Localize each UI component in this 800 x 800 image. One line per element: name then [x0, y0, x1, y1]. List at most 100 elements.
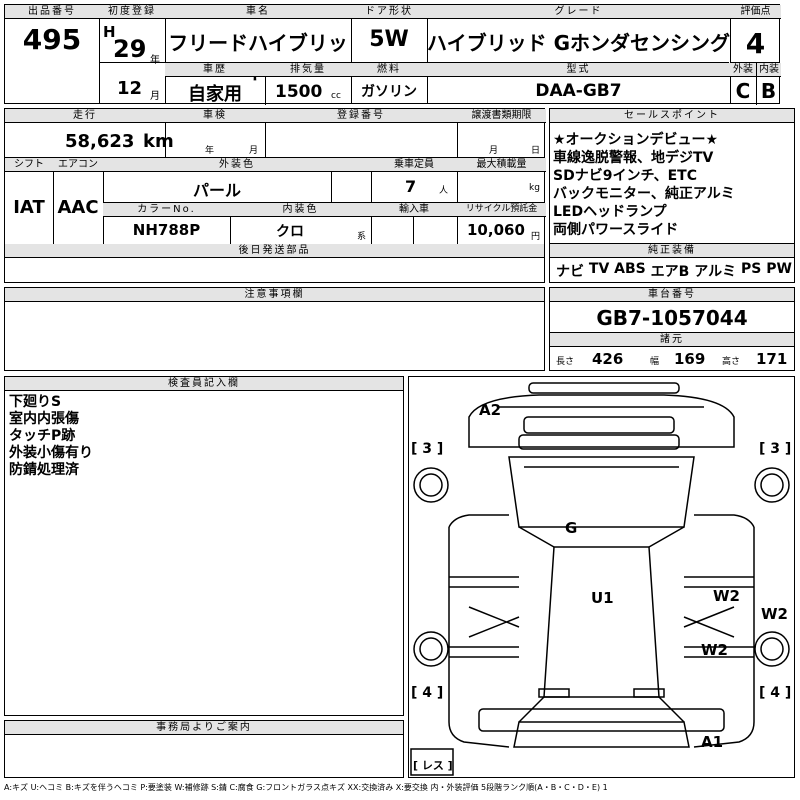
damage-mark-a2: A2 — [479, 401, 502, 419]
ac: AAC — [57, 197, 99, 218]
office-label: 事務局よりご案内 — [5, 721, 403, 735]
length-label: 長さ — [556, 357, 575, 367]
color-no: NH788P — [132, 221, 201, 239]
deadline-day-unit: 日 — [531, 146, 541, 156]
interior-label: 内装色 — [230, 203, 371, 217]
mileage-unit: km — [143, 131, 174, 152]
sales-points-section: セールスポイント ★オークションデビュー★ 車線逸脱警報、地デジTV SDナビ9… — [549, 108, 795, 283]
inspection-year-unit: 年 — [205, 146, 215, 156]
tire-front-right: [ 3 ] — [759, 441, 792, 457]
width-label: 幅 — [650, 357, 660, 367]
inspector-note: タッチP跡 — [9, 428, 76, 444]
recycle-label: リサイクル預託金 — [457, 203, 546, 217]
score-label: 評価点 — [730, 5, 781, 19]
displacement: 1500 — [275, 82, 323, 102]
car-name-label: 車名 — [165, 5, 351, 19]
deadline-month-unit: 月 — [489, 146, 499, 156]
tire-rear-left: [ 4 ] — [411, 685, 444, 701]
sales-point: SDナビ9インチ、ETC — [553, 168, 697, 184]
damage-mark-w2-side: W2 — [761, 605, 788, 623]
interior-unit: 系 — [357, 232, 367, 242]
grade: ハイブリッド Gホンダセンシング — [427, 31, 730, 55]
equipment-item: エアB — [650, 264, 690, 280]
car-outline-diagram — [410, 382, 790, 776]
inspector-note: 外装小傷有り — [9, 445, 93, 461]
score: 4 — [745, 27, 766, 60]
ext-grade-label: 外装 — [730, 63, 756, 77]
recycle-fee: 10,060 — [467, 221, 525, 239]
ac-label: エアコン — [53, 158, 103, 172]
inspector-note: 下廻りS — [9, 394, 62, 410]
history: 自家用 — [188, 84, 242, 105]
month-unit: 月 — [150, 91, 160, 102]
inspector-notes: 下廻りS 室内内張傷 タッチP跡 外装小傷有り 防錆処理済 — [5, 394, 403, 479]
capacity: 7 — [405, 177, 417, 196]
vehicle-details-section: 走行 58,623 km 車検 年 月 登録番号 譲渡書類期限 月 日 シフト … — [4, 108, 546, 283]
equipment-item: ナビ — [556, 264, 584, 280]
inspector-note: 室内内張傷 — [9, 411, 79, 427]
load-label: 最大積載量 — [457, 158, 546, 172]
damage-mark-w2-rear: W2 — [701, 641, 728, 659]
length: 426 — [592, 350, 624, 368]
import-label: 輸入車 — [371, 203, 457, 217]
fuel: ガソリン — [361, 84, 417, 100]
equipment-item: アルミ — [694, 264, 737, 280]
color-no-label: カラーNo. — [103, 203, 230, 217]
year-unit: 年 — [150, 55, 160, 66]
height: 171 — [756, 350, 788, 368]
capacity-unit: 人 — [439, 186, 449, 196]
sales-points-list: ★オークションデビュー★ 車線逸脱警報、地デジTV SDナビ9インチ、ETC バ… — [550, 131, 794, 239]
first-reg-label: 初度登録 — [99, 5, 165, 19]
mileage: 58,623 — [65, 131, 135, 152]
model-label: 型式 — [427, 63, 730, 77]
legend-text: A:キズ U:ヘコミ B:キズを伴うヘコミ P:要塗装 W:補修跡 S:錆 C:… — [4, 783, 608, 792]
sales-point: バックモニター、純正アルミ — [553, 186, 735, 202]
notes-section: 注意事項欄 — [4, 287, 545, 371]
office-section: 事務局よりご案内 — [4, 720, 404, 778]
chassis-label: 車台番号 — [550, 288, 794, 302]
capacity-label: 乗車定員 — [371, 158, 457, 172]
interior-color: クロ — [276, 224, 304, 240]
shift: IAT — [13, 197, 45, 218]
equipment-item: PS — [740, 261, 762, 277]
deadline-label: 譲渡書類期限 — [457, 109, 546, 123]
damage-diagram-section: A2 G U1 W2 W2 W2 A1 [ 3 ] [ 3 ] [ 4 ] [ … — [408, 376, 795, 778]
model: DAA-GB7 — [535, 81, 622, 101]
reg-month: 12 — [117, 78, 143, 99]
inspector-note: 防錆処理済 — [9, 462, 79, 478]
exterior-color: パール — [192, 181, 241, 200]
grade-label: グレード — [427, 5, 730, 19]
ext-grade: C — [735, 79, 751, 103]
damage-mark-w2-door: W2 — [713, 587, 740, 605]
recycle-unit: 円 — [531, 232, 541, 242]
spec-label: 諸元 — [550, 333, 794, 347]
sales-point: 両側パワースライド — [553, 222, 679, 238]
inspector-label: 検査員記入欄 — [5, 377, 403, 391]
fuel-label: 燃料 — [351, 63, 427, 77]
sales-point: 車線逸脱警報、地デジTV — [553, 150, 714, 166]
damage-mark-g: G — [565, 519, 578, 537]
inspection-month-unit: 月 — [249, 146, 259, 156]
load-unit: kg — [529, 183, 540, 193]
color-label: 外装色 — [103, 158, 371, 172]
chassis-number: GB7-1057044 — [596, 306, 748, 330]
later-parts-label: 後日発送部品 — [5, 244, 544, 258]
sales-point: LEDヘッドランプ — [553, 204, 667, 220]
tire-rear-right: [ 4 ] — [759, 685, 792, 701]
header-section: 出品番号 495 初度登録 H 29 年 12 月 車名 フリードハイブリッド … — [4, 4, 781, 105]
mileage-label: 走行 — [5, 109, 165, 123]
reg-year: 29 — [113, 35, 147, 63]
door-type: 5W — [369, 27, 409, 52]
int-grade-label: 内装 — [756, 63, 781, 77]
inspection-label: 車検 — [165, 109, 265, 123]
shift-label: シフト — [5, 158, 53, 172]
lot-number: 495 — [22, 23, 82, 56]
int-grade: B — [760, 79, 777, 103]
equipment-item: ABS — [614, 261, 646, 277]
inspector-section: 検査員記入欄 下廻りS 室内内張傷 タッチP跡 外装小傷有り 防錆処理済 — [4, 376, 404, 716]
displacement-label: 排気量 — [265, 63, 351, 77]
tire-front-left: [ 3 ] — [411, 441, 444, 457]
equipment-label: 純正装備 — [550, 244, 794, 258]
damage-mark-u1: U1 — [591, 589, 614, 607]
damage-mark-a1: A1 — [701, 733, 724, 751]
